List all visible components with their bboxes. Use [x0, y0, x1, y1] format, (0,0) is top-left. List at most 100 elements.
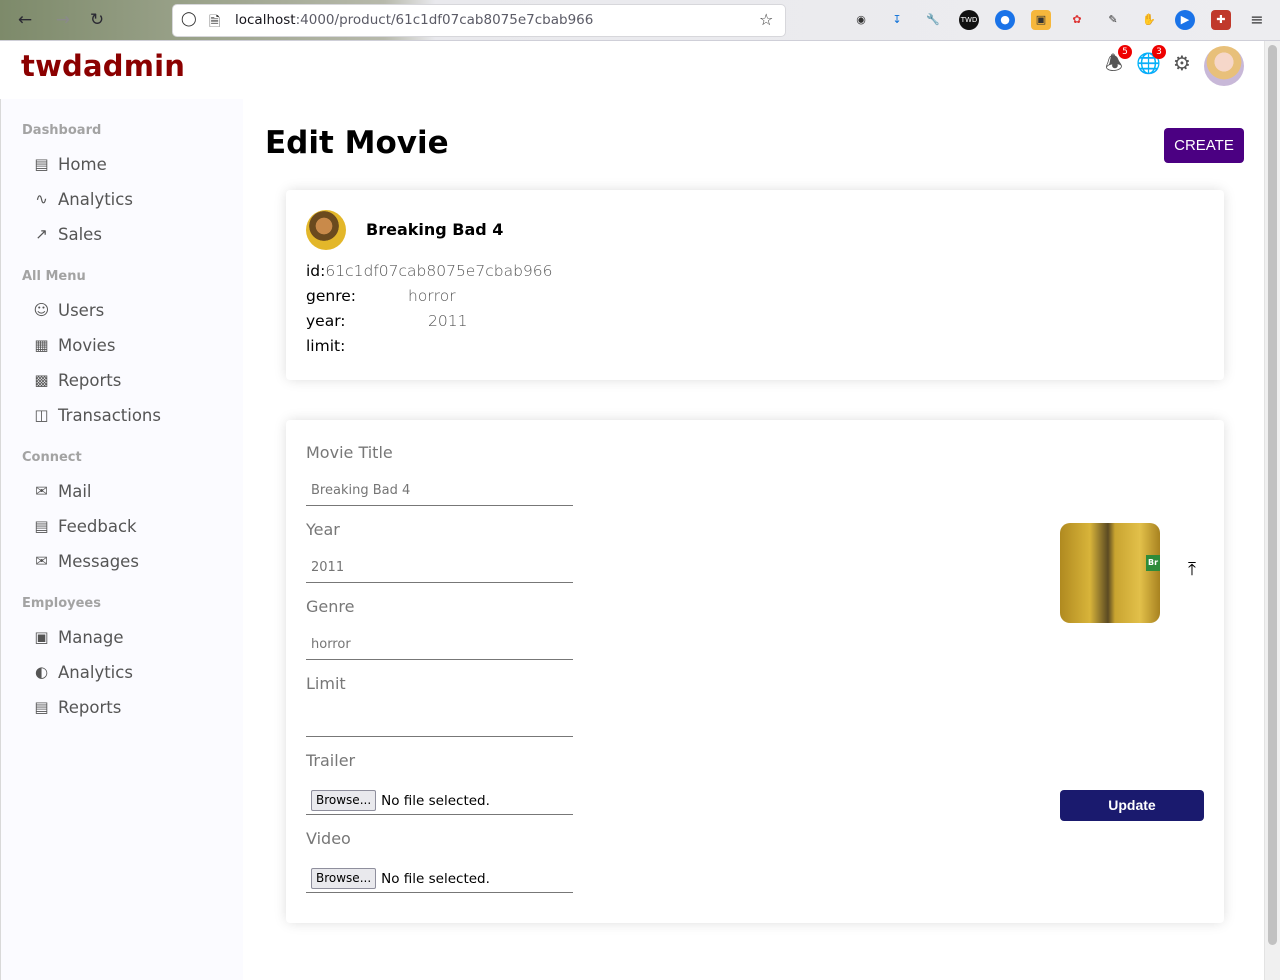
movie-title-label: Movie Title — [306, 443, 393, 462]
video-browse-button[interactable]: Browse... — [311, 868, 377, 889]
sidebar-section-all-menu: All Menu — [22, 269, 86, 284]
sidebar-item-analytics[interactable]: ∿ Analytics — [33, 187, 133, 211]
sidebar-item-mail[interactable]: ✉ Mail — [33, 479, 92, 503]
sidebar-item-label: Reports — [58, 370, 122, 390]
settings-icon[interactable]: ⚙ — [1170, 51, 1194, 75]
sidebar-item-label: Feedback — [58, 516, 137, 536]
page-scrollbar[interactable] — [1264, 41, 1280, 980]
sidebar-item-label: Messages — [58, 551, 139, 571]
sidebar-item-home[interactable]: ▤ Home — [33, 152, 107, 176]
create-button[interactable]: CREATE — [1164, 128, 1244, 163]
video-file-status: No file selected. — [381, 870, 490, 887]
shield-icon[interactable]: ◯ — [181, 11, 197, 27]
bookmark-star-icon[interactable]: ☆ — [759, 10, 773, 29]
movie-title-input[interactable] — [306, 476, 573, 506]
mail-icon: ✉ — [35, 482, 48, 500]
movie-thumbnail — [306, 210, 346, 250]
sidebar-section-employees: Employees — [22, 596, 101, 611]
update-button[interactable]: Update — [1060, 790, 1204, 821]
sidebar-item-label: Home — [58, 154, 107, 174]
trailer-browse-button[interactable]: Browse... — [311, 790, 377, 811]
info-id-row: id:61c1df07cab8075e7cbab966 — [306, 262, 553, 280]
page-icon: 🗎 — [209, 14, 221, 30]
app-topbar: twdadmin 🕭 5 🌐 3 ⚙ — [0, 41, 1264, 99]
timeline-icon: ∿ — [35, 190, 48, 208]
sidebar-item-transactions[interactable]: ◫ Transactions — [33, 403, 161, 427]
sidebar-item-manage[interactable]: ▣ Manage — [33, 625, 124, 649]
sidebar-item-label: Reports — [58, 697, 122, 717]
sidebar-item-label: Sales — [58, 224, 102, 244]
sidebar-item-users[interactable]: ☺ Users — [33, 298, 105, 322]
limit-label: Limit — [306, 674, 346, 693]
screen-extension-icon[interactable]: ▣ — [1031, 10, 1051, 30]
sidebar-item-employee-reports[interactable]: ▤ Reports — [33, 695, 121, 719]
trailer-file-status: No file selected. — [381, 792, 490, 809]
globe-extension-icon[interactable]: ● — [995, 10, 1015, 30]
year-input[interactable] — [306, 553, 573, 583]
sidebar-item-label: Transactions — [58, 405, 161, 425]
address-bar[interactable]: ◯ 🗎 localhost:4000/product/61c1df07cab80… — [173, 5, 785, 36]
edit-movie-form: Movie Title Year Genre Limit Trailer Bro… — [286, 420, 1224, 923]
sidebar-item-label: Mail — [58, 481, 92, 501]
sidebar-section-connect: Connect — [22, 450, 82, 465]
feedback-icon: ▤ — [34, 517, 49, 535]
play-extension-icon[interactable]: ▶ — [1175, 10, 1195, 30]
twd-extension-icon[interactable]: TWD — [959, 10, 979, 30]
video-file-input[interactable]: Browse... No file selected. — [306, 865, 573, 893]
sidebar-item-label: Movies — [58, 335, 116, 355]
user-avatar[interactable] — [1204, 46, 1244, 86]
trending-up-icon: ↗ — [35, 225, 48, 243]
pie-chart-icon: ◐ — [34, 663, 49, 681]
info-genre-value: horror — [408, 287, 456, 305]
sidebar-item-employee-analytics[interactable]: ◐ Analytics — [33, 660, 133, 684]
hand-extension-icon[interactable]: ✋ — [1139, 10, 1159, 30]
language-icon[interactable]: 🌐 3 — [1136, 45, 1166, 75]
reload-icon[interactable]: ↻ — [86, 9, 108, 31]
home-icon: ▤ — [34, 155, 49, 173]
sidebar-item-label: Manage — [58, 627, 124, 647]
info-genre-label: genre: — [306, 287, 356, 305]
url-host: localhost — [235, 12, 296, 28]
pocket-icon[interactable]: ◉ — [851, 10, 871, 30]
report-icon: ▤ — [34, 698, 49, 716]
info-id-value: 61c1df07cab8075e7cbab966 — [325, 262, 553, 280]
forward-icon[interactable]: → — [52, 9, 74, 31]
trailer-label: Trailer — [306, 751, 356, 770]
upload-icon[interactable]: ⤒ — [1182, 560, 1202, 580]
sidebar-item-messages[interactable]: ✉ Messages — [33, 549, 139, 573]
sidebar-item-movies[interactable]: ▦ Movies — [33, 333, 115, 357]
movie-poster-image: Br — [1060, 523, 1160, 623]
video-label: Video — [306, 829, 351, 848]
notes-extension-icon[interactable]: ✎ — [1103, 10, 1123, 30]
scrollbar-thumb[interactable] — [1268, 45, 1277, 945]
sidebar-section-dashboard: Dashboard — [22, 123, 102, 138]
sidebar-item-feedback[interactable]: ▤ Feedback — [33, 514, 137, 538]
browser-toolbar: ← → ↻ ◯ 🗎 localhost:4000/product/61c1df0… — [0, 0, 1280, 41]
wrench-icon[interactable]: 🔧 — [923, 10, 943, 30]
menu-icon[interactable]: ≡ — [1247, 10, 1267, 30]
trailer-file-input[interactable]: Browse... No file selected. — [306, 787, 573, 815]
back-icon[interactable]: ← — [14, 9, 36, 31]
sidebar-item-label: Analytics — [58, 189, 133, 209]
info-year-value: 2011 — [428, 312, 468, 330]
sidebar-item-label: Users — [58, 300, 105, 320]
year-label: Year — [306, 520, 340, 539]
genre-input[interactable] — [306, 630, 573, 660]
language-badge: 3 — [1152, 45, 1166, 59]
color-extension-icon[interactable]: ✿ — [1067, 10, 1087, 30]
limit-input[interactable] — [306, 707, 573, 737]
bar-chart-icon: ▩ — [34, 371, 49, 389]
puzzle-extension-icon[interactable]: ✚ — [1211, 10, 1231, 30]
download-icon[interactable]: ↧ — [887, 10, 907, 30]
money-icon: ◫ — [34, 406, 49, 424]
url-text: localhost:4000/product/61c1df07cab8075e7… — [235, 12, 593, 28]
poster-logo-mark: Br — [1146, 555, 1160, 571]
briefcase-icon: ▣ — [34, 628, 49, 646]
storefront-icon: ▦ — [34, 336, 49, 354]
sidebar: Dashboard ▤ Home ∿ Analytics ↗ Sales All… — [0, 99, 243, 980]
sidebar-item-reports[interactable]: ▩ Reports — [33, 368, 121, 392]
app-logo[interactable]: twdadmin — [21, 49, 185, 83]
sidebar-item-sales[interactable]: ↗ Sales — [33, 222, 102, 246]
chat-icon: ✉ — [35, 552, 48, 570]
notification-icon[interactable]: 🕭 5 — [1102, 45, 1132, 75]
